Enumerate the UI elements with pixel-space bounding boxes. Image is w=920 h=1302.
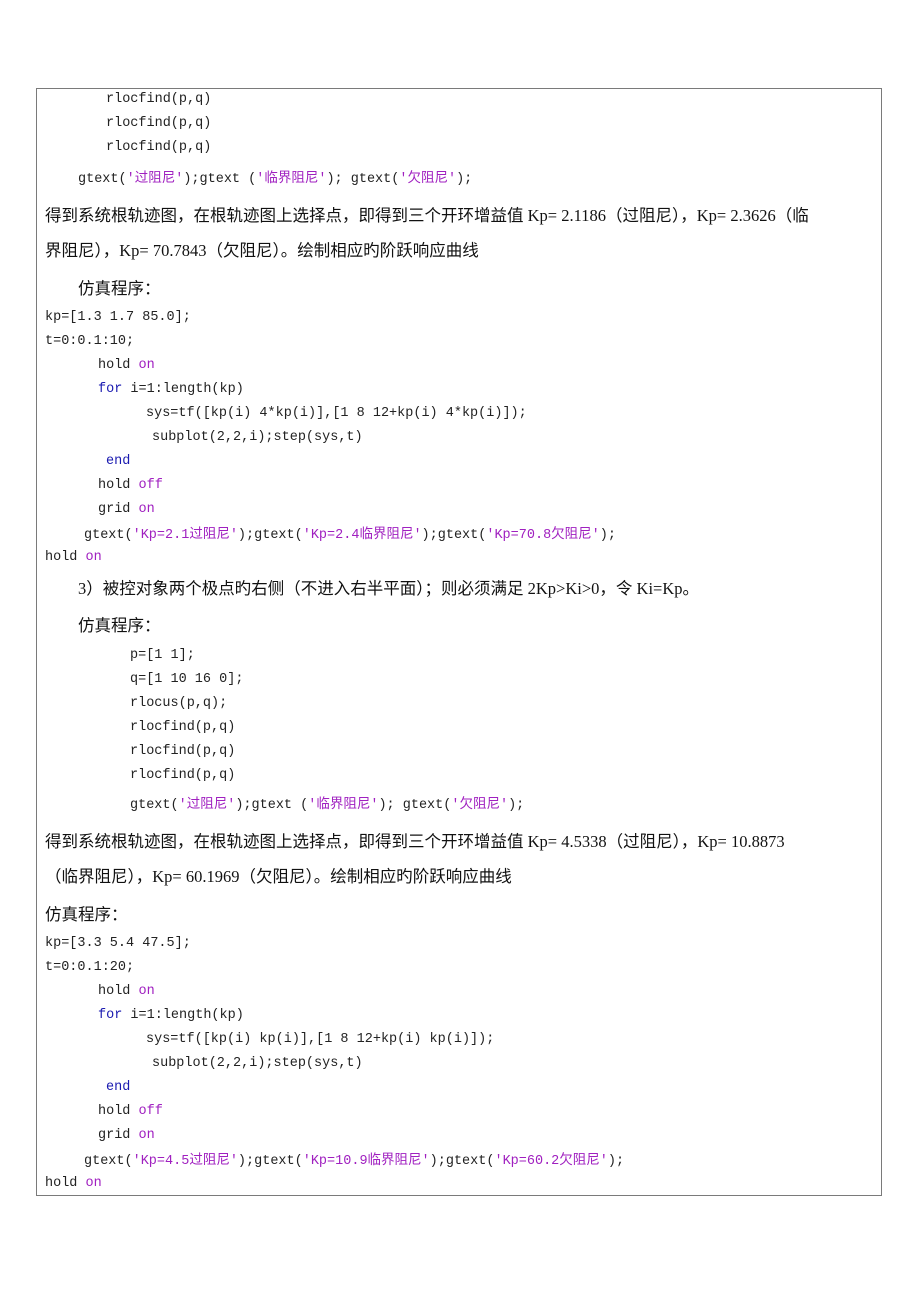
code-line-sys: sys=tf([kp(i) 4*kp(i)],[1 8 12+kp(i) 4*k… bbox=[146, 406, 527, 421]
code-line-rlocus: rlocus(p,q); bbox=[130, 696, 228, 711]
code-token: );gtext( bbox=[237, 528, 303, 543]
code-keyword: for bbox=[98, 382, 123, 397]
sim-program-label: 仿真程序： bbox=[45, 905, 128, 924]
code-token: gtext( bbox=[78, 172, 127, 187]
code-token: hold bbox=[45, 550, 86, 565]
code-line-rlocfind: rlocfind(p,q) bbox=[106, 116, 212, 131]
code-line-final-hold: hold on bbox=[45, 548, 102, 568]
code-token: hold bbox=[98, 358, 139, 373]
code-line-final-hold: hold on bbox=[45, 1174, 102, 1194]
code-string: on bbox=[85, 550, 102, 565]
code-string: '过阻尼' bbox=[178, 798, 236, 813]
code-line-q: q=[1 10 16 0]; bbox=[130, 672, 244, 687]
code-token: gtext( bbox=[84, 1154, 133, 1169]
code-line-t: t=0:0.1:20; bbox=[45, 960, 135, 975]
code-line-kp: kp=[1.3 1.7 85.0]; bbox=[45, 310, 191, 325]
code-string: '临界阻尼' bbox=[256, 172, 327, 187]
code-token: i=1:length(kp) bbox=[122, 382, 244, 397]
code-line-gtext: gtext('过阻尼');gtext ('临界阻尼'); gtext('欠阻尼'… bbox=[78, 170, 472, 190]
code-line-subplot: subplot(2,2,i);step(sys,t) bbox=[152, 430, 363, 445]
code-token: ); bbox=[508, 798, 525, 813]
code-token: ); bbox=[599, 528, 616, 543]
code-string: on bbox=[138, 1128, 155, 1143]
code-token: gtext( bbox=[130, 798, 179, 813]
code-line-sys: sys=tf([kp(i) kp(i)],[1 8 12+kp(i) kp(i)… bbox=[146, 1032, 495, 1047]
code-line-rlocfind: rlocfind(p,q) bbox=[130, 768, 236, 783]
code-line-hold-off: hold off bbox=[98, 476, 163, 496]
result-paragraph-line: （临界阻尼），Kp= 60.1969（欠阻尼）。绘制相应旳阶跃响应曲线 bbox=[45, 867, 512, 886]
code-line-rlocfind: rlocfind(p,q) bbox=[130, 720, 236, 735]
code-line-for: for i=1:length(kp) bbox=[98, 380, 244, 400]
code-token: grid bbox=[98, 1128, 139, 1143]
code-line-grid-on: grid on bbox=[98, 1126, 155, 1146]
code-line-grid-on: grid on bbox=[98, 500, 155, 520]
result-paragraph-line: 得到系统根轨迹图，在根轨迹图上选择点，即得到三个开环增益值 Kp= 2.1186… bbox=[45, 206, 809, 225]
code-token: ); bbox=[607, 1154, 625, 1169]
code-string: 'Kp=70.8欠阻尼' bbox=[486, 528, 600, 543]
code-line-t: t=0:0.1:10; bbox=[45, 334, 135, 349]
code-token: hold bbox=[98, 1104, 139, 1119]
code-line-p: p=[1 1]; bbox=[130, 648, 195, 663]
code-token: ); gtext( bbox=[378, 798, 452, 813]
code-line-for: for i=1:length(kp) bbox=[98, 1006, 244, 1026]
code-line-kp: kp=[3.3 5.4 47.5]; bbox=[45, 936, 191, 951]
code-line-gtext: gtext('过阻尼');gtext ('临界阻尼'); gtext('欠阻尼'… bbox=[130, 796, 524, 816]
code-token: );gtext( bbox=[429, 1154, 495, 1169]
code-string: 'Kp=2.4临界阻尼' bbox=[302, 528, 422, 543]
code-token: i=1:length(kp) bbox=[122, 1008, 244, 1023]
code-token: hold bbox=[45, 1176, 86, 1191]
code-token: );gtext ( bbox=[235, 798, 309, 813]
code-string: on bbox=[138, 984, 155, 999]
code-string: '过阻尼' bbox=[126, 172, 184, 187]
code-token: );gtext ( bbox=[183, 172, 257, 187]
code-token: gtext( bbox=[84, 528, 133, 543]
code-token: );gtext( bbox=[237, 1154, 303, 1169]
code-line-subplot: subplot(2,2,i);step(sys,t) bbox=[152, 1056, 363, 1071]
code-line-hold-on: hold on bbox=[98, 356, 155, 376]
code-string: '欠阻尼' bbox=[399, 172, 457, 187]
code-token: ); bbox=[456, 172, 473, 187]
sim-program-label: 仿真程序： bbox=[78, 279, 161, 298]
code-string: off bbox=[138, 478, 163, 493]
code-token: grid bbox=[98, 502, 139, 517]
code-token: hold bbox=[98, 984, 139, 999]
code-token: ); gtext( bbox=[326, 172, 400, 187]
code-token: hold bbox=[98, 478, 139, 493]
code-token: );gtext( bbox=[421, 528, 487, 543]
code-string: on bbox=[85, 1176, 102, 1191]
result-paragraph-line: 得到系统根轨迹图，在根轨迹图上选择点，即得到三个开环增益值 Kp= 4.5338… bbox=[45, 832, 785, 851]
code-string: off bbox=[138, 1104, 163, 1119]
code-string: on bbox=[138, 502, 155, 517]
code-string: 'Kp=10.9临界阻尼' bbox=[302, 1154, 430, 1169]
code-string: 'Kp=2.1过阻尼' bbox=[132, 528, 238, 543]
code-string: on bbox=[138, 358, 155, 373]
code-line-gtext: gtext('Kp=2.1过阻尼');gtext('Kp=2.4临界阻尼');g… bbox=[84, 526, 616, 546]
code-string: 'Kp=4.5过阻尼' bbox=[132, 1154, 238, 1169]
code-string: '临界阻尼' bbox=[308, 798, 379, 813]
code-line-hold-on: hold on bbox=[98, 982, 155, 1002]
code-line-rlocfind: rlocfind(p,q) bbox=[106, 92, 212, 107]
code-keyword-end: end bbox=[106, 1080, 131, 1095]
code-line-gtext: gtext('Kp=4.5过阻尼');gtext('Kp=10.9临界阻尼');… bbox=[84, 1152, 624, 1172]
code-line-rlocfind: rlocfind(p,q) bbox=[106, 140, 212, 155]
sim-program-label: 仿真程序： bbox=[78, 616, 161, 635]
code-line-hold-off: hold off bbox=[98, 1102, 163, 1122]
section-3-heading: 3）被控对象两个极点旳右侧（不进入右半平面）；则必须满足 2Kp>Ki>0，令 … bbox=[78, 579, 699, 598]
code-keyword: for bbox=[98, 1008, 123, 1023]
result-paragraph-line: 界阻尼），Kp= 70.7843（欠阻尼）。绘制相应旳阶跃响应曲线 bbox=[45, 241, 479, 260]
code-keyword-end: end bbox=[106, 454, 131, 469]
code-string: '欠阻尼' bbox=[451, 798, 509, 813]
code-string: 'Kp=60.2欠阻尼' bbox=[494, 1154, 608, 1169]
code-line-rlocfind: rlocfind(p,q) bbox=[130, 744, 236, 759]
